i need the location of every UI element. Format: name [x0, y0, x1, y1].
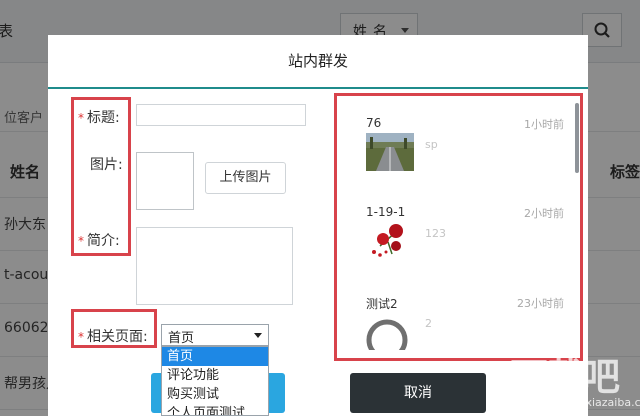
- broadcast-message-modal: 站内群发 * 标题: 图片: 上传图片 * 简介: * 相关页面: 首页 取消 首页 …: [48, 35, 588, 416]
- upload-image-button[interactable]: 上传图片: [205, 162, 286, 194]
- dropdown-option[interactable]: 个人页面测试: [162, 404, 268, 415]
- watermark-url: www.xiazaiba.com: [556, 396, 640, 409]
- highlight-box-related-page: [71, 309, 157, 348]
- cancel-button[interactable]: 取消: [350, 373, 486, 413]
- highlight-box-preview: [334, 93, 583, 361]
- title-input[interactable]: [136, 104, 306, 126]
- highlight-box-form-labels: [71, 97, 131, 256]
- related-page-select-value: 首页: [168, 331, 195, 346]
- dropdown-option[interactable]: 评论功能: [162, 366, 268, 385]
- image-preview: [136, 152, 194, 210]
- dropdown-option[interactable]: 首页: [162, 347, 268, 366]
- caret-down-icon: [254, 333, 262, 338]
- watermark-main: 下载吧: [510, 354, 620, 399]
- related-page-dropdown: 首页 评论功能 购买测试 个人页面测试: [161, 346, 269, 416]
- watermark-logo: 下载吧 www.xiazaiba.com: [510, 346, 640, 416]
- dropdown-option[interactable]: 购买测试: [162, 385, 268, 404]
- related-page-select[interactable]: 首页: [161, 324, 269, 346]
- intro-textarea[interactable]: [136, 227, 293, 305]
- modal-title: 站内群发: [48, 35, 588, 89]
